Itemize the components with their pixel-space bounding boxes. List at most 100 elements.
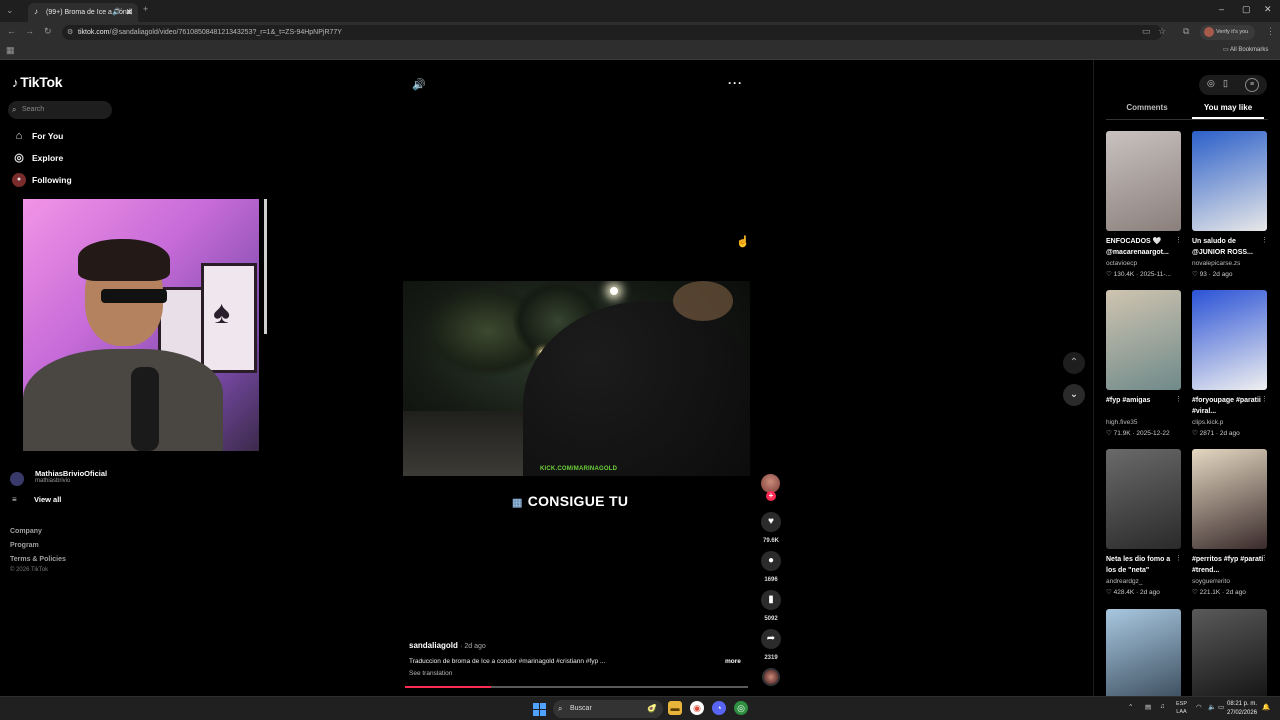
- video-thumbnail[interactable]: [1192, 609, 1267, 699]
- site-info-icon[interactable]: ⚙: [67, 25, 73, 40]
- card-handle[interactable]: novalepicarse.zs: [1192, 260, 1240, 267]
- chrome-icon[interactable]: ◉: [690, 701, 704, 715]
- battery-icon[interactable]: ▭: [1218, 703, 1224, 711]
- nav-for-you[interactable]: ⌂ For You: [10, 128, 64, 144]
- card-menu-icon[interactable]: ⋮: [1261, 554, 1268, 562]
- footer-link-terms[interactable]: Terms & Policies: [10, 556, 66, 563]
- volume-icon[interactable]: 🔊: [412, 78, 426, 91]
- footer-link-program[interactable]: Program: [10, 542, 39, 549]
- back-icon[interactable]: ←: [7, 26, 16, 36]
- card-handle[interactable]: octavioecp: [1106, 260, 1137, 267]
- like-button[interactable]: ♥: [761, 512, 781, 532]
- notification-icon[interactable]: 🔔: [1262, 703, 1270, 711]
- logo-text: TikTok: [20, 74, 63, 90]
- wifi-icon[interactable]: ◠: [1196, 703, 1202, 711]
- network-tray-icon[interactable]: ▤: [1145, 703, 1151, 711]
- tab-close-icon[interactable]: ✕: [125, 3, 133, 22]
- card-menu-icon[interactable]: ⋮: [1261, 395, 1268, 403]
- previous-video-button[interactable]: ⌃: [1063, 352, 1085, 374]
- close-window-icon[interactable]: ✕: [1264, 4, 1272, 15]
- card-handle[interactable]: andreardgz_: [1106, 578, 1143, 585]
- card-menu-icon[interactable]: ⋮: [1175, 395, 1182, 403]
- see-translation-link[interactable]: See translation: [409, 670, 452, 677]
- view-all-button[interactable]: ≡ View all: [12, 495, 61, 504]
- card-title: #foryoupage #paratii #viral...: [1192, 397, 1261, 415]
- video-progress-bar[interactable]: [405, 686, 748, 688]
- card-menu-icon[interactable]: ⋮: [1175, 554, 1182, 562]
- language-indicator[interactable]: ESP LAA: [1176, 700, 1187, 716]
- more-description-button[interactable]: more: [725, 658, 741, 665]
- spade-art-icon: ♠: [213, 294, 230, 330]
- minimize-icon[interactable]: –: [1219, 4, 1224, 14]
- scrollbar[interactable]: [264, 199, 267, 334]
- video-thumbnail[interactable]: [1192, 131, 1267, 231]
- card-handle[interactable]: soyguerrerito: [1192, 578, 1230, 585]
- profile-chip[interactable]: Verify it's you: [1200, 25, 1255, 40]
- account-name: MathiasBrivioOficial: [35, 469, 108, 478]
- file-explorer-icon[interactable]: ▬: [668, 701, 682, 715]
- bookmarks-bar: ▦ ▭ All Bookmarks: [0, 42, 1280, 60]
- nav-for-you-label: For You: [32, 131, 64, 141]
- tab-you-may-like[interactable]: You may like: [1192, 103, 1264, 112]
- nav-explore[interactable]: ◎ Explore: [10, 150, 63, 166]
- extensions-icon[interactable]: ⧉: [1183, 26, 1189, 37]
- card-menu-icon[interactable]: ⋮: [1261, 236, 1268, 244]
- card-handle[interactable]: high.five35: [1106, 419, 1137, 426]
- tray-overflow-icon[interactable]: ⌃: [1128, 703, 1133, 711]
- save-button[interactable]: ▮: [761, 590, 781, 610]
- card-menu-icon[interactable]: ⋮: [1175, 236, 1182, 244]
- volume-tray-icon[interactable]: 🔈: [1208, 703, 1216, 711]
- tab-audio-icon[interactable]: 🔊: [112, 3, 121, 22]
- card-handle[interactable]: clips.kick.p: [1192, 419, 1223, 426]
- card-title: Un saludo de @JUNIOR ROSS...: [1192, 238, 1253, 256]
- install-icon[interactable]: ▭: [1142, 26, 1151, 37]
- next-video-button[interactable]: ⌄: [1063, 384, 1085, 406]
- apps-grid-icon[interactable]: ▦: [6, 45, 15, 56]
- mic-tray-icon[interactable]: ♫: [1160, 703, 1165, 710]
- card-title: ENFOCADOS 🤍 @macarenaargot...: [1106, 238, 1169, 256]
- chat-icon[interactable]: ≡: [1245, 78, 1259, 92]
- video-thumbnail[interactable]: [1192, 290, 1267, 390]
- taskbar-clock[interactable]: 08:21 p. m. 27/02/2026: [1227, 700, 1257, 718]
- discord-icon[interactable]: ◔: [712, 701, 726, 715]
- video-thumbnail[interactable]: [1106, 131, 1181, 231]
- bookmark-star-icon[interactable]: ☆: [1158, 26, 1166, 37]
- video-thumbnail[interactable]: [1106, 609, 1181, 699]
- compass-icon[interactable]: ◎: [1207, 78, 1215, 89]
- video-thumbnail[interactable]: [1106, 290, 1181, 390]
- card-title: #fyp #amigas: [1106, 397, 1151, 404]
- share-button[interactable]: ➦: [761, 629, 781, 649]
- footer-link-company[interactable]: Company: [10, 528, 42, 535]
- video-author[interactable]: sandaliagold · 2d ago: [409, 641, 486, 650]
- follow-plus-icon[interactable]: +: [766, 491, 776, 501]
- comment-button[interactable]: ●: [761, 551, 781, 571]
- streamer-body: [23, 349, 223, 451]
- maximize-icon[interactable]: ▢: [1242, 4, 1251, 15]
- tiktok-logo[interactable]: ♪ TikTok: [12, 74, 63, 90]
- nav-explore-label: Explore: [32, 153, 64, 163]
- search-input[interactable]: ⌕ Search: [8, 101, 112, 119]
- tiktok-note-icon: ♪: [12, 75, 19, 90]
- video-thumbnail[interactable]: [1106, 449, 1181, 549]
- music-disc-icon[interactable]: [762, 668, 780, 686]
- windows-start-icon[interactable]: [533, 703, 546, 716]
- caption-text: CONSIGUE TU: [527, 493, 629, 509]
- tab-search-icon[interactable]: ⌄: [6, 5, 14, 16]
- url-field[interactable]: ⚙ tiktok.com/@sandaliagold/video/7610850…: [62, 25, 1162, 40]
- browser-menu-icon[interactable]: ⋮: [1266, 26, 1275, 37]
- forward-icon[interactable]: →: [25, 26, 34, 36]
- reload-icon[interactable]: ↻: [44, 26, 52, 37]
- video-player[interactable]: [403, 281, 750, 476]
- new-tab-icon[interactable]: +: [143, 4, 148, 14]
- video-thumbnail[interactable]: [1192, 449, 1267, 549]
- all-bookmarks-button[interactable]: ▭ All Bookmarks: [1223, 46, 1268, 53]
- device-icon[interactable]: ▯: [1223, 78, 1228, 89]
- taskbar-search[interactable]: ⌕ Buscar 🥑: [553, 700, 663, 718]
- tab-comments[interactable]: Comments: [1106, 103, 1188, 112]
- nav-following[interactable]: ● Following: [10, 172, 72, 188]
- more-options-icon[interactable]: ···: [728, 76, 743, 90]
- video-description: Traduccion de broma de Ice a condor #mar…: [409, 658, 606, 665]
- browser-tab[interactable]: ♪ (99+) Broma de Ice a Cóndi 🔊 ✕: [28, 3, 138, 22]
- card-meta: ♡ 71.9K · 2025-12-22: [1106, 430, 1170, 437]
- app-icon[interactable]: ◎: [734, 701, 748, 715]
